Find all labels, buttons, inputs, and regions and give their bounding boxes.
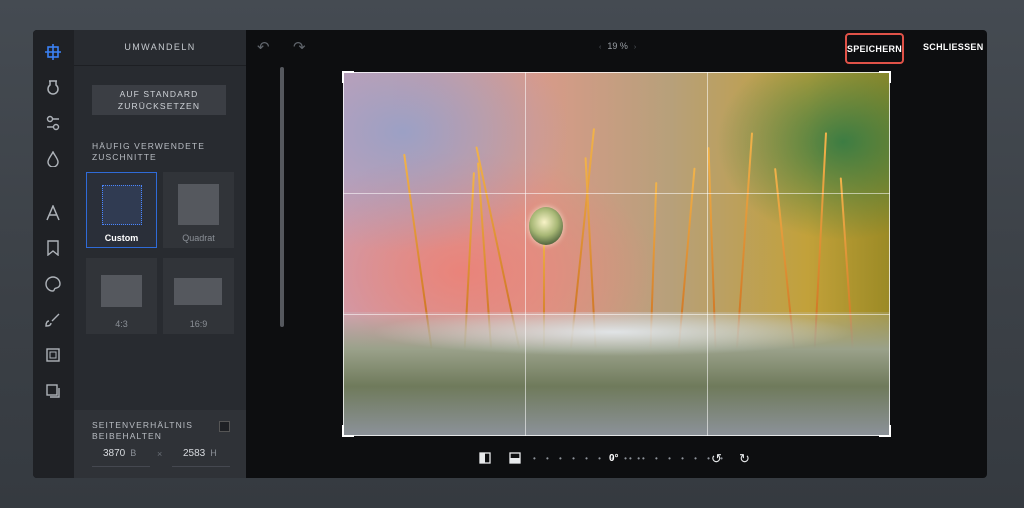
redo-icon[interactable]: ↷ (293, 38, 306, 56)
zoom-control[interactable]: ‹ 19 % › (593, 41, 642, 51)
crop-preset-custom-label: Custom (104, 233, 139, 243)
zoom-in-icon[interactable]: › (634, 44, 636, 51)
crop-handle-top-right[interactable] (879, 71, 891, 83)
text-icon[interactable] (42, 202, 64, 224)
save-button[interactable]: SPEICHERN (845, 33, 904, 64)
drop-icon[interactable] (42, 148, 64, 170)
aspect-ratio-section: SEITENVERHÄLTNIS BEIBEHALTEN 3870 B × 258… (74, 410, 246, 478)
keep-aspect-line1: SEITENVERHÄLTNIS (92, 420, 194, 430)
crop-preset-custom-shape (102, 185, 142, 225)
close-button[interactable]: SCHLIESSEN (923, 42, 984, 52)
crop-preset-square-label: Quadrat (182, 233, 215, 243)
flip-horizontal-icon[interactable] (479, 452, 491, 467)
frequent-crops-line1: HÄUFIG VERWENDETE (92, 141, 205, 151)
crop-preset-square[interactable]: Quadrat (163, 172, 234, 248)
crop-preset-16-9[interactable]: 16:9 (163, 258, 234, 334)
height-unit: H (210, 448, 217, 458)
crop-handle-bottom-left[interactable] (342, 425, 354, 437)
shadow-icon[interactable] (42, 380, 64, 402)
undo-icon[interactable]: ↶ (257, 38, 270, 56)
panel-scrollbar[interactable] (280, 67, 284, 327)
crop-preset-custom[interactable]: Custom (86, 172, 157, 248)
palette-icon[interactable] (42, 273, 64, 295)
height-value: 2583 (183, 448, 206, 459)
zoom-out-icon[interactable]: ‹ (599, 44, 601, 51)
crop-preset-4-3[interactable]: 4:3 (86, 258, 157, 334)
zoom-level: 19 % (607, 41, 628, 51)
transform-icon[interactable] (42, 41, 64, 63)
height-field[interactable]: 2583 H (183, 448, 217, 459)
reset-button-line1: AUF STANDARD (119, 89, 199, 99)
crop-frame[interactable] (342, 71, 891, 437)
photo-editor-window: UMWANDELN AUF STANDARD ZURÜCKSETZEN HÄUF… (33, 30, 987, 478)
reset-button-line2: ZURÜCKSETZEN (117, 101, 201, 111)
panel-divider (74, 65, 246, 66)
crop-preset-4-3-shape (101, 275, 142, 307)
height-underline (172, 466, 230, 467)
rotate-left-icon[interactable]: ↺ (711, 451, 722, 467)
keep-aspect-line2: BEIBEHALTEN (92, 431, 163, 441)
crop-preset-16-9-label: 16:9 (189, 319, 208, 329)
frequent-crops-line2: ZUSCHNITTE (92, 152, 157, 162)
crop-preset-square-shape (178, 184, 219, 225)
crop-preset-16-9-shape (174, 278, 222, 305)
width-value: 3870 (103, 448, 126, 459)
width-unit: B (130, 448, 137, 458)
brush-icon[interactable] (42, 309, 64, 331)
width-underline (92, 466, 150, 467)
frame-icon[interactable] (42, 344, 64, 366)
frequent-crops-heading: HÄUFIG VERWENDETE ZUSCHNITTE (92, 141, 222, 163)
keep-aspect-label: SEITENVERHÄLTNIS BEIBEHALTEN (92, 420, 193, 442)
reset-to-default-button[interactable]: AUF STANDARD ZURÜCKSETZEN (92, 85, 226, 115)
crop-handle-top-left[interactable] (342, 71, 354, 83)
bookmark-icon[interactable] (42, 237, 64, 259)
rotation-angle: 0° (609, 453, 619, 464)
rotation-slider-left[interactable]: • • • • • • • • • (533, 454, 644, 463)
adjust-icon[interactable] (42, 112, 64, 134)
keep-aspect-checkbox[interactable] (219, 421, 230, 432)
dimension-separator: × (157, 449, 163, 459)
width-field[interactable]: 3870 B (103, 448, 136, 459)
filter-icon[interactable] (42, 76, 64, 98)
tool-icon-bar (33, 30, 74, 478)
crop-preset-4-3-label: 4:3 (115, 319, 128, 329)
crop-handle-bottom-right[interactable] (879, 425, 891, 437)
rotate-right-icon[interactable]: ↻ (739, 451, 750, 467)
panel-title: UMWANDELN (124, 42, 196, 52)
flip-vertical-icon[interactable] (509, 452, 521, 467)
